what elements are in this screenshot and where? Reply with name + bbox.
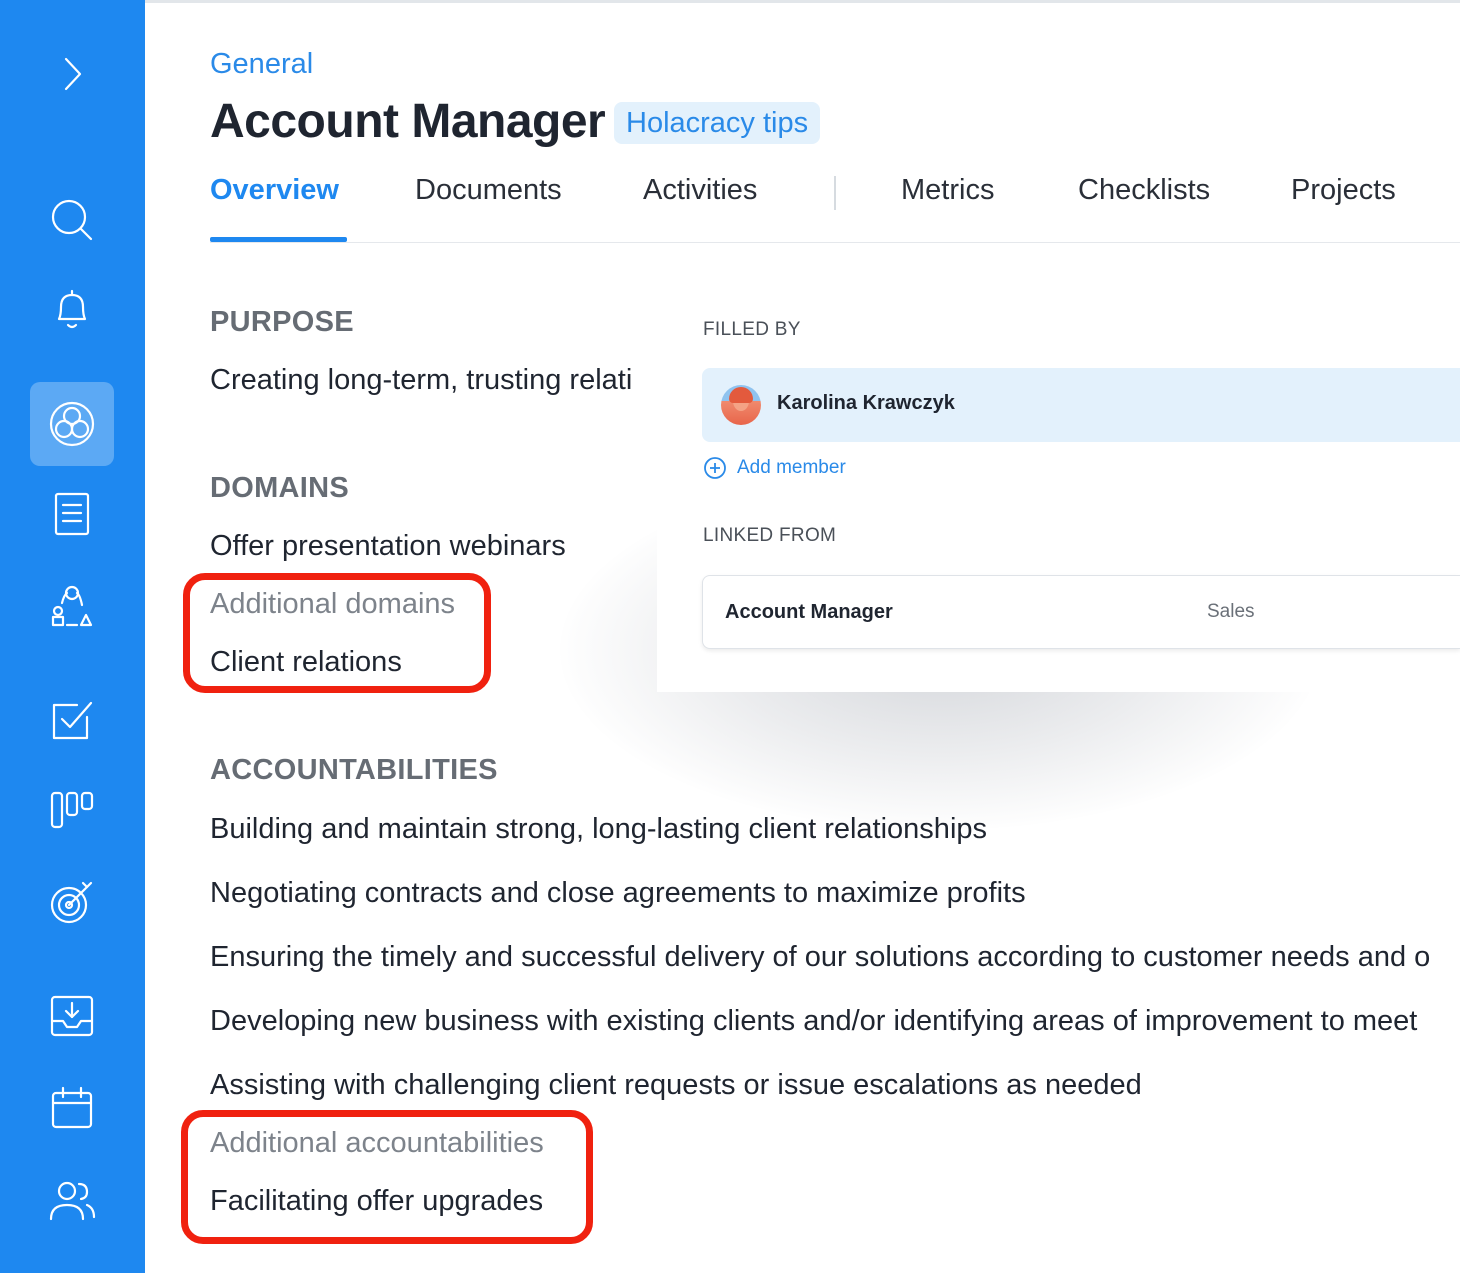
- linked-circle-name: Sales: [1207, 601, 1255, 622]
- linked-role-name: Account Manager: [725, 601, 893, 623]
- highlight-box-accountabilities: [181, 1110, 593, 1244]
- accountability-item: Building and maintain strong, long-lasti…: [210, 813, 988, 845]
- linked-from-label: LINKED FROM: [703, 525, 837, 546]
- tab-projects[interactable]: Projects: [1291, 174, 1396, 207]
- filled-by-label: FILLED BY: [703, 319, 801, 340]
- tabs-divider: [210, 242, 1460, 243]
- accountability-item: Ensuring the timely and successful deliv…: [210, 941, 1431, 973]
- purpose-text: Creating long-term, trusting relati: [210, 364, 633, 396]
- checkbox-icon[interactable]: [30, 678, 114, 762]
- avatar: [721, 385, 761, 425]
- tab-metrics[interactable]: Metrics: [901, 174, 994, 207]
- member-name: Karolina Krawczyk: [777, 392, 955, 414]
- role-details-card: FILLED BY Karolina Krawczyk Add member L…: [657, 282, 1460, 692]
- add-member-button[interactable]: Add member: [703, 456, 846, 480]
- search-icon[interactable]: [30, 178, 114, 262]
- domain-item: Offer presentation webinars: [210, 530, 566, 562]
- member-row[interactable]: Karolina Krawczyk: [702, 368, 1460, 442]
- kanban-icon[interactable]: [30, 768, 114, 852]
- domains-heading: DOMAINS: [210, 472, 350, 504]
- add-member-label: Add member: [737, 457, 846, 478]
- highlight-box-domains: [183, 573, 491, 693]
- accountability-item: Negotiating contracts and close agreemen…: [210, 877, 1026, 909]
- tab-activities[interactable]: Activities: [643, 174, 757, 207]
- top-border: [0, 0, 1460, 3]
- holacracy-tips-button[interactable]: Holacracy tips: [614, 102, 821, 144]
- bell-icon[interactable]: [30, 268, 114, 352]
- page: General Account Manager Holacracy tips O…: [0, 0, 1460, 1273]
- circles-icon[interactable]: [30, 382, 114, 466]
- accountability-item: Assisting with challenging client reques…: [210, 1069, 1142, 1101]
- plus-circle-icon: [704, 457, 726, 479]
- tab-documents[interactable]: Documents: [415, 174, 562, 207]
- tab-checklists[interactable]: Checklists: [1078, 174, 1210, 207]
- linked-role-row[interactable]: Account Manager Sales: [702, 575, 1460, 649]
- accountabilities-heading: ACCOUNTABILITIES: [210, 754, 498, 786]
- chevron-right-icon[interactable]: [30, 32, 114, 116]
- sidebar: [0, 0, 145, 1273]
- users-icon[interactable]: [30, 1158, 114, 1242]
- accountability-item: Developing new business with existing cl…: [210, 1005, 1418, 1037]
- tab-overview[interactable]: Overview: [210, 174, 339, 207]
- purpose-heading: PURPOSE: [210, 306, 354, 338]
- inbox-icon[interactable]: [30, 974, 114, 1058]
- breadcrumb[interactable]: General: [210, 48, 313, 81]
- document-icon[interactable]: [30, 472, 114, 556]
- target-icon[interactable]: [30, 860, 114, 944]
- roles-icon[interactable]: [30, 564, 114, 648]
- tab-separator: [834, 176, 836, 210]
- page-title: Account Manager: [210, 95, 606, 148]
- calendar-icon[interactable]: [30, 1066, 114, 1150]
